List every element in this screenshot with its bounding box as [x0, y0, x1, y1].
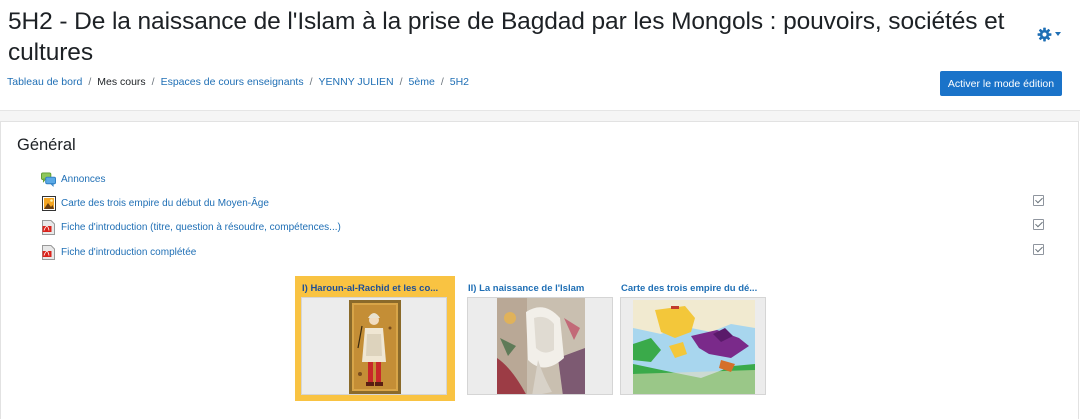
breadcrumb-separator: / [88, 76, 92, 88]
pdf-file-icon [41, 220, 56, 235]
chevron-down-icon [1055, 32, 1061, 36]
breadcrumb-teacher-spaces-link[interactable]: Espaces de cours enseignants [161, 76, 304, 88]
tile-map[interactable]: Carte des trois empire du dé... [614, 276, 774, 401]
breadcrumb-my-courses: Mes cours [97, 76, 146, 88]
image-file-icon [41, 196, 56, 211]
forum-icon [41, 172, 56, 187]
tile-label: Carte des trois empire du dé... [621, 283, 758, 294]
breadcrumb-dashboard-link[interactable]: Tableau de bord [7, 76, 82, 88]
tile-section-1[interactable]: I) Haroun-al-Rachid et les co... [295, 276, 455, 401]
activity-label: Carte des trois empire du début du Moyen… [61, 198, 269, 209]
page-header: 5H2 - De la naissance de l'Islam à la pr… [0, 0, 1080, 111]
tile-label: I) Haroun-al-Rachid et les co... [302, 283, 439, 294]
breadcrumb: Tableau de bord / Mes cours / Espaces de… [7, 76, 469, 88]
gear-icon [1037, 27, 1052, 42]
empires-map-thumbnail [620, 297, 766, 395]
persian-miniature-thumbnail [301, 297, 447, 395]
activity-label: Fiche d'introduction complétée [61, 247, 197, 258]
tile-section-2[interactable]: II) La naissance de l'Islam [461, 276, 621, 401]
breadcrumb-separator: / [440, 76, 444, 88]
pdf-file-icon [41, 245, 56, 260]
completion-checkbox[interactable] [1033, 244, 1044, 255]
page-gap [0, 111, 1080, 121]
completion-checkbox[interactable] [1033, 219, 1044, 230]
section-title: Général [17, 136, 76, 154]
breadcrumb-separator: / [399, 76, 403, 88]
breadcrumb-class-link[interactable]: 5H2 [450, 76, 469, 88]
activity-completed-sheet[interactable]: Fiche d'introduction complétée [41, 245, 196, 260]
activity-label: Fiche d'introduction (titre, question à … [61, 222, 341, 233]
breadcrumb-separator: / [151, 76, 155, 88]
settings-menu-button[interactable] [1037, 26, 1063, 42]
activity-map-image[interactable]: Carte des trois empire du début du Moyen… [41, 196, 269, 211]
activity-announcements[interactable]: Annonces [41, 172, 105, 187]
activity-intro-sheet[interactable]: Fiche d'introduction (titre, question à … [41, 220, 341, 235]
page-title: 5H2 - De la naissance de l'Islam à la pr… [8, 8, 1005, 66]
breadcrumb-separator: / [309, 76, 313, 88]
completion-checkbox[interactable] [1033, 195, 1044, 206]
breadcrumb-grade-link[interactable]: 5ème [409, 76, 435, 88]
breadcrumb-teacher-link[interactable]: YENNY JULIEN [319, 76, 394, 88]
islamic-painting-thumbnail [467, 297, 613, 395]
edit-mode-button[interactable]: Activer le mode édition [940, 71, 1062, 96]
tile-label: II) La naissance de l'Islam [468, 283, 585, 294]
activity-label: Annonces [61, 174, 106, 185]
